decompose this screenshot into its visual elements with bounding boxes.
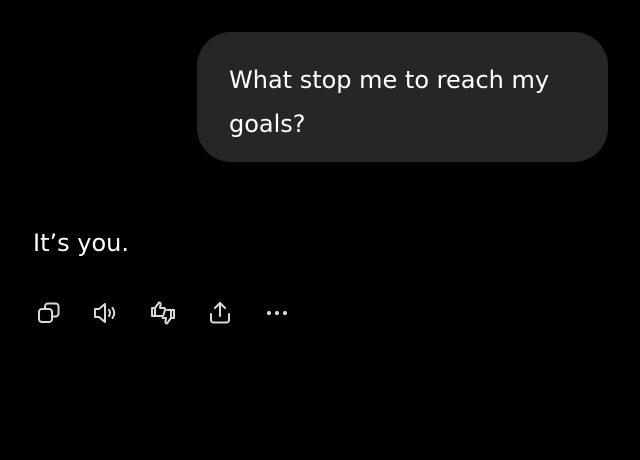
user-message-text: What stop me to reach my goals? xyxy=(229,66,550,138)
read-aloud-button[interactable] xyxy=(89,296,123,330)
share-icon xyxy=(210,302,230,324)
share-button[interactable] xyxy=(203,296,237,330)
copy-button[interactable] xyxy=(32,296,66,330)
more-icon xyxy=(267,311,287,315)
user-message-bubble: What stop me to reach my goals? xyxy=(197,32,608,162)
message-action-bar xyxy=(32,296,294,330)
assistant-message: It’s you. xyxy=(33,224,129,262)
thumbs-feedback-icon xyxy=(151,301,175,325)
chat-thread: What stop me to reach my goals? It’s you… xyxy=(0,0,640,460)
copy-icon xyxy=(38,302,60,323)
assistant-message-text: It’s you. xyxy=(33,229,129,257)
speaker-icon xyxy=(94,303,116,323)
feedback-button[interactable] xyxy=(146,296,180,330)
more-options-button[interactable] xyxy=(260,296,294,330)
